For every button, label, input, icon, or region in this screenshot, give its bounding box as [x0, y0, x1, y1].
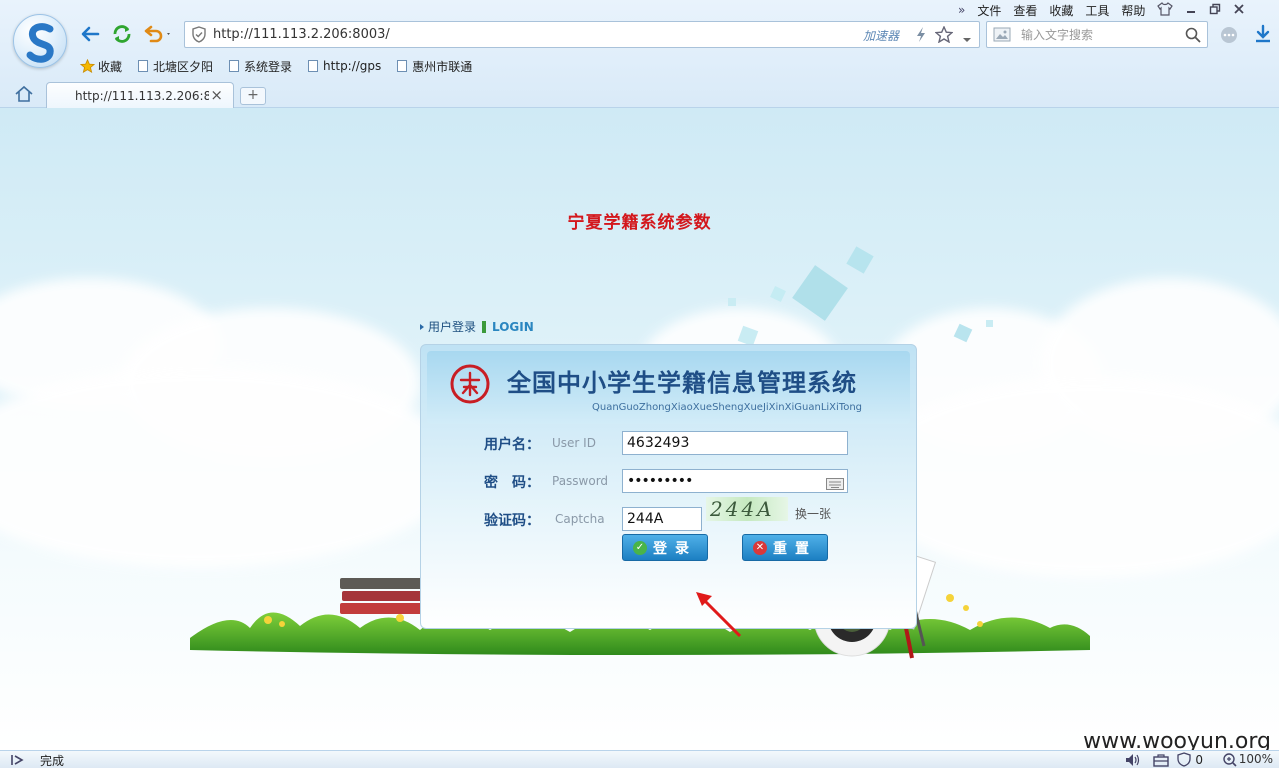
panel-header: 全国中小学生学籍信息管理系统 QuanGuoZhongXiaoXueShengX…	[427, 351, 910, 424]
search-icon[interactable]	[1185, 27, 1201, 46]
page-icon	[138, 60, 149, 72]
back-arrow-icon	[81, 26, 100, 42]
bookmarks-bar: 收藏 北塘区夕阳 系统登录 http://gps 惠州市联通	[80, 57, 488, 75]
page-title: 宁夏学籍系统参数	[567, 213, 712, 233]
reset-button-label: 重置	[773, 540, 817, 557]
sogou-browser-logo[interactable]	[13, 14, 67, 68]
security-shield-icon	[191, 26, 207, 46]
address-url[interactable]: http://111.113.2.206:8003/	[213, 27, 390, 42]
menu-tools[interactable]: 工具	[1085, 2, 1109, 19]
undo-icon	[144, 25, 170, 43]
undo-close-button[interactable]	[142, 22, 174, 46]
bookmark-label: 系统登录	[244, 59, 293, 74]
image-search-icon[interactable]	[993, 27, 1011, 45]
bookmark-system-login[interactable]: 系统登录	[229, 58, 292, 75]
check-icon: ✓	[633, 540, 647, 555]
bookmark-beitang[interactable]: 北塘区夕阳	[138, 58, 213, 75]
password-hint: Password	[552, 474, 609, 488]
sidebar-toggle-icon[interactable]	[10, 754, 24, 768]
menu-view[interactable]: 查看	[1013, 2, 1037, 19]
skin-icon[interactable]	[1157, 1, 1174, 19]
floating-cubes-decoration	[728, 246, 993, 347]
bookmark-label: 收藏	[98, 59, 123, 74]
s-logo-icon	[26, 23, 54, 63]
login-label: 用户登录	[428, 320, 477, 334]
search-placeholder[interactable]: 输入文字搜索	[1021, 26, 1093, 43]
page-content: 宁夏学籍系统参数 用户登录 LOGIN 全国中小学生学籍信息管理系统 QuanG…	[0, 108, 1279, 750]
login-heading: 用户登录 LOGIN	[420, 318, 534, 335]
login-en-label: LOGIN	[492, 319, 534, 334]
new-tab-button[interactable]: +	[240, 87, 266, 105]
system-pinyin: QuanGuoZhongXiaoXueShengXueJiXinXiGuanLi…	[592, 402, 863, 413]
soft-keyboard-icon[interactable]	[826, 475, 844, 497]
captcha-refresh-link[interactable]: 换一张	[795, 505, 831, 522]
page-icon	[308, 60, 319, 72]
bookmark-huizhou-unicom[interactable]: 惠州市联通	[397, 58, 472, 75]
password-value: •••••••••	[627, 473, 693, 489]
address-dropdown-icon[interactable]	[962, 32, 972, 46]
refresh-icon	[113, 25, 131, 43]
zoom-icon[interactable]	[1223, 753, 1237, 768]
login-button-label: 登录	[653, 540, 697, 557]
username-input[interactable]: 4632493	[622, 431, 848, 455]
bookmark-label: 惠州市联通	[412, 59, 473, 74]
close-tab-icon[interactable]: ×	[210, 86, 223, 104]
volume-icon[interactable]	[1125, 753, 1141, 768]
bookmark-label: 北塘区夕阳	[153, 59, 214, 74]
download-icon[interactable]	[1254, 24, 1272, 47]
menu-expand-icon[interactable]: »	[958, 3, 965, 17]
menu-help[interactable]: 帮助	[1121, 2, 1145, 19]
page-icon	[397, 60, 408, 72]
close-circle-icon: ✕	[753, 540, 767, 555]
accelerator-label[interactable]: 加速器	[863, 27, 899, 44]
menu-favorites[interactable]: 收藏	[1049, 2, 1073, 19]
login-button[interactable]: ✓ 登录	[622, 534, 708, 561]
bookmark-favorites[interactable]: 收藏	[80, 58, 122, 75]
refresh-button[interactable]	[110, 22, 134, 46]
captcha-input[interactable]: 244A	[622, 507, 702, 531]
lightning-icon[interactable]	[915, 26, 927, 46]
divider-bar	[482, 320, 487, 333]
captcha-label: 验证码：	[484, 513, 540, 529]
browser-chrome: http://111.113.2.206:8003/ 加速器 输入文字搜索 » …	[0, 0, 1279, 108]
toolbox-icon[interactable]	[1153, 753, 1169, 768]
favorite-star-icon[interactable]	[934, 25, 954, 46]
password-label: 密 码：	[484, 475, 540, 491]
education-emblem-icon	[450, 364, 490, 404]
captcha-image[interactable]: 244A	[706, 497, 788, 521]
address-bar[interactable]: http://111.113.2.206:8003/ 加速器	[184, 21, 980, 48]
username-hint: User ID	[552, 436, 596, 450]
minimize-window-icon[interactable]	[1185, 3, 1197, 17]
security-status[interactable]: 0	[1177, 752, 1203, 767]
page-icon	[229, 60, 240, 72]
security-count: 0	[1195, 752, 1203, 767]
bookmark-label: http://gps	[323, 59, 382, 73]
tab-strip: http://111.113.2.206:8 × +	[0, 80, 1279, 108]
login-panel: 全国中小学生学籍信息管理系统 QuanGuoZhongXiaoXueShengX…	[420, 344, 917, 629]
zoom-level[interactable]: 100%	[1239, 752, 1273, 766]
more-options-icon[interactable]	[1220, 26, 1238, 47]
watermark: www.wooyun.org	[1083, 729, 1271, 750]
bookmark-gps[interactable]: http://gps	[308, 59, 381, 73]
tab-title: http://111.113.2.206:8	[75, 89, 209, 103]
status-text: 完成	[40, 754, 65, 768]
captcha-hint: Captcha	[555, 512, 605, 526]
password-input[interactable]: •••••••••	[622, 469, 848, 493]
reset-button[interactable]: ✕ 重置	[742, 534, 828, 561]
back-button[interactable]	[78, 22, 102, 46]
shield-icon	[1177, 752, 1192, 767]
close-window-icon[interactable]	[1233, 3, 1245, 18]
home-icon[interactable]	[14, 85, 34, 106]
username-label: 用户名：	[484, 437, 540, 453]
triangle-bullet-icon	[420, 323, 424, 330]
system-title: 全国中小学生学籍信息管理系统	[507, 369, 857, 397]
search-box[interactable]: 输入文字搜索	[986, 21, 1208, 48]
tab-current[interactable]: http://111.113.2.206:8 ×	[46, 82, 234, 108]
menu-bar: » 文件 查看 收藏 工具 帮助	[958, 1, 1257, 19]
restore-window-icon[interactable]	[1209, 3, 1221, 18]
status-bar: 完成 0 100%	[0, 750, 1279, 768]
red-arrow-annotation	[696, 592, 742, 638]
star-icon	[80, 59, 95, 73]
menu-file[interactable]: 文件	[977, 2, 1001, 19]
